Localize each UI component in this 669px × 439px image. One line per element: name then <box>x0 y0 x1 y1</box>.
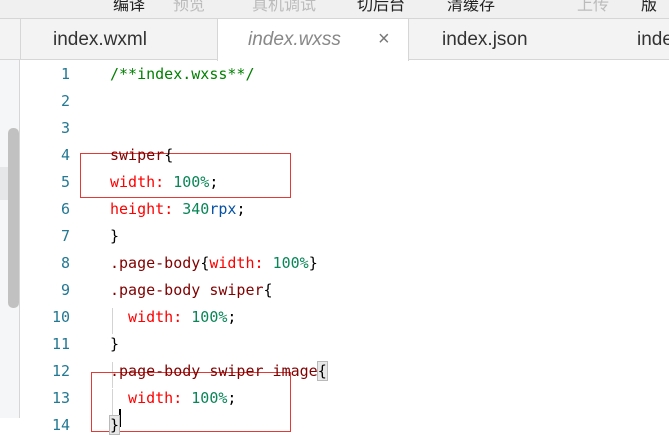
code-token: 100% <box>272 254 309 272</box>
tab-label: index.json <box>442 29 528 50</box>
code-editor[interactable]: 1/**index.wxss**/2 3 4 swiper{5 width: 100%;… <box>20 60 669 435</box>
toolbar-button[interactable]: 上传 <box>577 0 609 15</box>
toolbar-button[interactable]: 预览 <box>173 0 205 15</box>
line-number: 13 <box>51 389 70 407</box>
line-number: 9 <box>60 281 70 299</box>
editor-tab-bar: index.wxml index.wxss × index.json index.… <box>0 18 669 61</box>
code-token: } <box>110 227 120 245</box>
code-token: 100% <box>191 308 228 326</box>
toolbar-button[interactable]: 编译 <box>113 0 145 15</box>
code-token: ; <box>227 389 237 407</box>
line-number: 10 <box>51 308 70 326</box>
code-token: } <box>308 254 318 272</box>
code-token: 100% <box>191 389 228 407</box>
line-number: 12 <box>51 362 70 380</box>
code-text: .page-body{width: 100%} <box>110 250 318 277</box>
line-number: 14 <box>51 416 70 434</box>
line-number: 5 <box>60 173 70 191</box>
tab-label: index.js <box>637 29 669 50</box>
toolbar: 编译 预览 真机调试 切后台 清缓存 上传 版本 <box>0 0 669 18</box>
scrollbar[interactable] <box>8 128 19 308</box>
code-text: } <box>110 223 119 250</box>
code-token: width <box>110 173 156 191</box>
code-line[interactable]: 10 width: 100%; <box>20 304 660 331</box>
code-text: height: 340rpx; <box>110 196 245 223</box>
code-line[interactable]: 9 .page-body swiper{ <box>20 277 660 304</box>
tab-index-json[interactable]: index.json <box>409 19 602 60</box>
line-number: 8 <box>60 254 70 272</box>
code-text: .page-body swiper image{ <box>110 358 328 385</box>
code-token: { <box>316 361 328 381</box>
code-text: swiper{ <box>110 142 173 169</box>
line-number: 11 <box>51 335 70 353</box>
code-token: width <box>110 389 174 407</box>
code-text: width: 100%; <box>110 169 218 196</box>
code-token: /**index.wxss**/ <box>110 65 255 83</box>
code-line[interactable]: 13 width: 100%; <box>20 385 660 412</box>
code-token: : <box>254 254 273 272</box>
code-token: } <box>108 415 121 435</box>
code-token: 100% <box>173 173 210 191</box>
code-token: width <box>209 254 255 272</box>
code-token: 340 <box>182 200 210 218</box>
code-line[interactable]: 5 width: 100%; <box>20 169 660 196</box>
code-token: : <box>173 389 192 407</box>
code-line[interactable]: 3 <box>20 115 660 142</box>
code-line[interactable]: 4 swiper{ <box>20 142 660 169</box>
code-token: .page-body swiper <box>110 281 264 299</box>
line-number: 4 <box>60 146 70 164</box>
code-token: rpx <box>209 200 237 218</box>
code-token: .page-body swiper image <box>110 362 318 380</box>
tab-label: index.wxss <box>248 29 341 50</box>
line-number: 2 <box>60 92 70 110</box>
code-line[interactable]: 8 .page-body{width: 100%} <box>20 250 660 277</box>
code-text: .page-body swiper{ <box>110 277 273 304</box>
code-line[interactable]: 6 height: 340rpx; <box>20 196 660 223</box>
tab-index-wxss[interactable]: index.wxss × <box>217 19 409 61</box>
toolbar-button[interactable]: 切后台 <box>357 0 405 15</box>
code-text: /**index.wxss**/ <box>110 61 255 88</box>
code-line[interactable]: 2 <box>20 88 660 115</box>
code-token: : <box>164 200 183 218</box>
code-token: { <box>200 254 210 272</box>
close-icon[interactable]: × <box>378 19 390 60</box>
toolbar-button[interactable]: 真机调试 <box>252 0 316 15</box>
toolbar-button[interactable]: 清缓存 <box>447 0 495 15</box>
line-number: 1 <box>60 65 70 83</box>
code-token: height <box>110 200 165 218</box>
toolbar-button[interactable]: 版本 <box>641 0 669 18</box>
left-panel <box>0 60 20 418</box>
code-token: width <box>110 308 174 326</box>
code-token: .page-body <box>110 254 201 272</box>
code-text: width: 100%; <box>110 385 236 412</box>
code-line[interactable]: 14} <box>20 412 660 439</box>
code-text: } <box>110 331 119 358</box>
code-line[interactable]: 11} <box>20 331 660 358</box>
line-number: 3 <box>60 119 70 137</box>
tab-label: index.wxml <box>53 29 147 50</box>
code-token: { <box>263 281 273 299</box>
code-token: ; <box>209 173 219 191</box>
tab-index-wxml[interactable]: index.wxml <box>20 19 217 60</box>
code-token: : <box>173 308 192 326</box>
code-token: } <box>110 335 120 353</box>
line-number: 7 <box>60 227 70 245</box>
code-line[interactable]: 12 .page-body swiper image{ <box>20 358 660 385</box>
code-text: } <box>108 412 121 439</box>
code-line[interactable]: 1 /**index.wxss**/ <box>20 61 660 88</box>
tab-index-js[interactable]: index.js <box>602 19 669 60</box>
code-token: { <box>164 146 174 164</box>
line-number: 6 <box>60 200 70 218</box>
code-token: swiper <box>110 146 165 164</box>
code-line[interactable]: 7} <box>20 223 660 250</box>
code-token: ; <box>227 308 237 326</box>
code-text: width: 100%; <box>110 304 236 331</box>
code-token: : <box>155 173 174 191</box>
code-token: ; <box>236 200 246 218</box>
